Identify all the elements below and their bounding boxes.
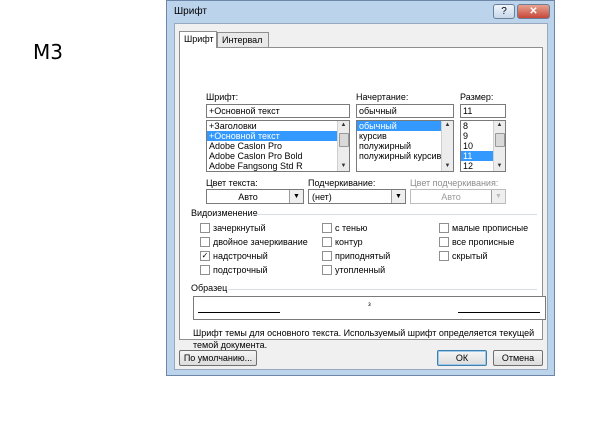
underline-color-value: Авто [441,192,461,202]
preview-divider [228,289,537,290]
color-dropdown[interactable]: Авто ▼ [206,189,304,204]
size-list[interactable]: 8 9 10 11 12 ▲ ▼ [460,120,506,172]
style-list-item[interactable]: полужирный [357,141,453,151]
style-list-item[interactable]: курсив [357,131,453,141]
effects-title: Видоизменение [191,208,258,218]
preview-baseline-left [198,312,280,313]
font-list-item[interactable]: Adobe Fangsong Std R [207,161,349,171]
preview-baseline-right [458,312,540,313]
font-dialog: Шрифт ? ✕ Шрифт Интервал Шрифт: +Основно… [166,0,555,376]
title-bar[interactable]: Шрифт ? ✕ [167,1,554,23]
underline-value: (нет) [312,192,332,202]
scroll-up-icon[interactable]: ▲ [495,121,504,130]
style-list-item[interactable]: полужирный курсив [357,151,453,161]
cancel-button[interactable]: Отмена [493,350,543,366]
checkbox-shadow[interactable]: с тенью [322,222,367,234]
dialog-client: Шрифт Интервал Шрифт: +Основной текст +З… [174,23,548,370]
underline-label: Подчеркивание: [308,178,376,188]
font-label: Шрифт: [206,92,239,102]
font-tab-panel: Шрифт: +Основной текст +Заголовки +Основн… [179,47,546,350]
font-list-scrollbar[interactable]: ▲ ▼ [337,121,349,171]
style-list[interactable]: обычный курсив полужирный полужирный курсив… [356,120,454,172]
color-value: Авто [238,192,258,202]
preview-title: Образец [191,283,228,293]
size-list-scrollbar[interactable]: ▲ ▼ [493,121,505,171]
scroll-thumb[interactable] [495,133,505,147]
checkbox-all-caps[interactable]: все прописные [439,236,514,248]
window-title: Шрифт [174,6,207,17]
style-input[interactable]: обычный [356,104,454,118]
preview-sample: з [368,302,371,308]
scroll-thumb[interactable] [339,133,349,147]
size-label: Размер: [460,92,494,102]
underline-color-label: Цвет подчеркивания: [410,178,499,188]
checkbox-small-caps[interactable]: малые прописные [439,222,528,234]
font-list[interactable]: +Заголовки +Основной текст Adobe Caslon Pr… [206,120,350,172]
chevron-down-icon[interactable]: ▼ [289,190,303,203]
preview-box: з [193,296,546,320]
effects-divider [252,214,537,215]
chevron-down-icon[interactable]: ▼ [391,190,405,203]
ok-button[interactable]: ОК [437,350,487,366]
tab-font[interactable]: Шрифт [179,31,217,48]
set-default-button[interactable]: По умолчанию... [179,350,257,366]
font-list-item[interactable]: Adobe Caslon Pro Bold [207,151,349,161]
slide-label: М3 [33,40,63,64]
font-input[interactable]: +Основной текст [206,104,350,118]
size-input[interactable]: 11 [460,104,506,118]
close-button[interactable]: ✕ [517,4,550,19]
checkbox-hidden[interactable]: скрытый [439,250,488,262]
font-list-item[interactable]: Adobe Caslon Pro [207,141,349,151]
chevron-down-icon[interactable]: ▼ [491,190,505,203]
preview-description: Шрифт темы для основного текста. Использ… [193,328,535,350]
tab-interval[interactable]: Интервал [217,32,269,47]
checkbox-emboss[interactable]: приподнятый [322,250,390,262]
scroll-down-icon[interactable]: ▼ [339,162,348,171]
style-label: Начертание: [356,92,409,102]
scroll-down-icon[interactable]: ▼ [443,162,452,171]
font-list-item[interactable]: +Основной текст [207,131,349,141]
underline-dropdown[interactable]: (нет) ▼ [308,189,406,204]
checkbox-double-strikethrough[interactable]: двойное зачеркивание [200,236,308,248]
scroll-up-icon[interactable]: ▲ [443,121,452,130]
checkbox-subscript[interactable]: подстрочный [200,264,268,276]
checkbox-superscript[interactable]: ✓ надстрочный [200,250,268,262]
style-list-item[interactable]: обычный [357,121,453,131]
checkbox-engrave[interactable]: утопленный [322,264,385,276]
underline-color-dropdown[interactable]: Авто ▼ [410,189,506,204]
font-list-item[interactable]: +Заголовки [207,121,349,131]
checkbox-outline[interactable]: контур [322,236,363,248]
scroll-down-icon[interactable]: ▼ [495,162,504,171]
scroll-up-icon[interactable]: ▲ [339,121,348,130]
checkbox-strikethrough[interactable]: зачеркнутый [200,222,266,234]
help-button[interactable]: ? [493,4,515,19]
color-label: Цвет текста: [206,178,258,188]
style-list-scrollbar[interactable]: ▲ ▼ [441,121,453,171]
